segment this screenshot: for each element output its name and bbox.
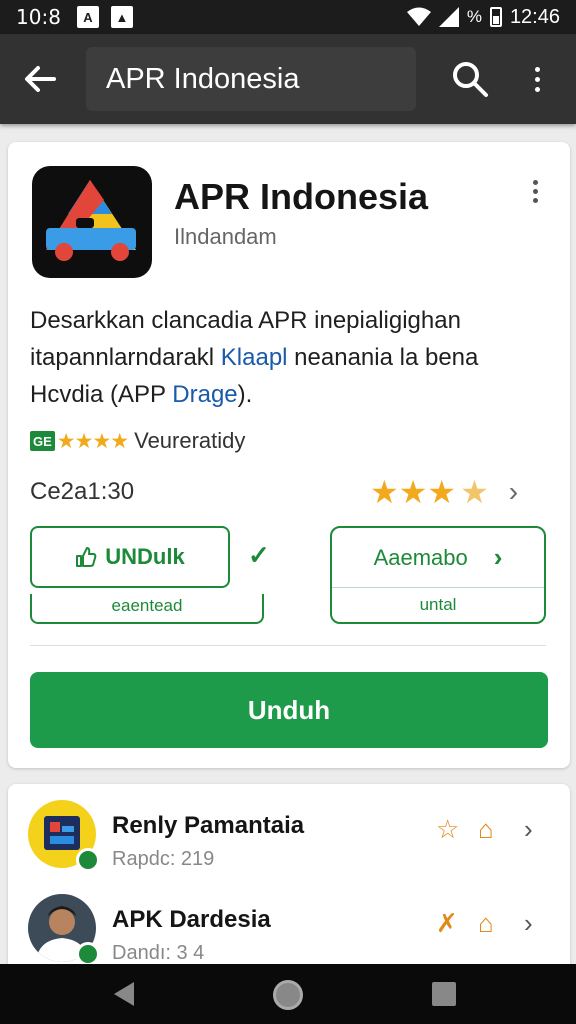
description-link[interactable]: Drage (172, 381, 237, 408)
list-item-subtitle: Rapdc: 219 (112, 848, 215, 870)
card-overflow-button[interactable] (528, 180, 542, 212)
app-developer[interactable]: Ilndandam (174, 224, 277, 250)
wifi-icon (406, 7, 431, 26)
status-bar: 10:8 A ▲ % 12:46 (0, 0, 576, 34)
secondary-action-top[interactable]: Aaemabo › (332, 528, 544, 588)
rating-stars[interactable]: ★★★ ★ › (370, 476, 518, 508)
description-text: neanania la bena (287, 344, 479, 371)
list-item-title: APK Dardesia (112, 906, 271, 933)
secondary-action-bottom[interactable]: untal (332, 588, 544, 622)
rating-row: GE ★★★★ Veureratidy (30, 428, 245, 454)
dot-icon (534, 86, 540, 92)
dot-icon (532, 198, 538, 203)
description-line: Hcvdia (APP Drage). (30, 376, 550, 413)
star-icon: ★★★ (370, 474, 457, 510)
download-button-label: Unduh (247, 694, 331, 725)
status-time-right: 12:46 (509, 5, 560, 28)
status-tab-left[interactable]: eaentead (30, 594, 264, 624)
dot-icon (532, 180, 538, 185)
status-tab-label: eaentead (111, 596, 183, 615)
half-star-icon: ★ (460, 474, 489, 510)
app-detail-card: APR Indonesia Ilndandam Desarkkan clanca… (8, 142, 570, 768)
chevron-right-icon[interactable]: › (524, 814, 533, 845)
related-apps-card: Renly Pamantaia Rapdc: 219 ☆ ⌂ › APK Dar… (8, 784, 570, 974)
app-meta: Ce2a1:30 (30, 478, 135, 505)
app-bar: APR Indonesia (0, 34, 576, 124)
chevron-right-icon: › (508, 476, 519, 507)
small-stars-icon: ★★★★ (56, 429, 129, 453)
app-logo-icon (46, 180, 136, 261)
chevron-right-icon[interactable]: › (524, 908, 533, 939)
description-text: itapannlarndarakl (30, 344, 221, 371)
check-icon: ✓ (248, 540, 270, 570)
rating-label: Veureratidy (134, 428, 246, 453)
overflow-menu-button[interactable] (522, 59, 552, 99)
download-outline-label: UNDulk (105, 544, 185, 569)
app-icon[interactable] (32, 166, 152, 278)
list-item-title: Renly Pamantaia (112, 812, 305, 839)
nav-home-icon[interactable] (273, 980, 303, 1010)
pin-icon[interactable]: ✗ (436, 908, 458, 939)
secondary-action-sub: untal (419, 595, 457, 614)
status-time-left: 10:8 (16, 5, 61, 29)
dot-icon (534, 76, 540, 82)
alert-icon: ▲ (110, 6, 133, 28)
bookmark-icon[interactable]: ☆ (436, 814, 459, 845)
notification-icon: A (76, 6, 99, 28)
description-link[interactable]: Klaapl (221, 344, 288, 371)
app-description: Desarkkan clancadia APR inepialigighan i… (30, 302, 550, 413)
list-item[interactable]: APK Dardesia Dandı: 3 4 ✗ ⌂ › (8, 878, 570, 974)
dot-icon (532, 189, 538, 194)
battery-icon (489, 7, 502, 27)
download-outline-button[interactable]: UNDulk (30, 526, 230, 588)
description-text: Hcvdia (APP (30, 381, 173, 408)
rating-badge: GE (30, 431, 55, 451)
download-button[interactable]: Unduh (30, 672, 548, 748)
signal-icon (438, 7, 459, 27)
search-field[interactable]: APR Indonesia (86, 47, 416, 111)
secondary-action-label: Aaemabo (373, 544, 468, 570)
system-nav-bar (0, 964, 576, 1024)
search-icon[interactable] (450, 59, 490, 99)
thumbs-up-icon (76, 547, 97, 567)
description-text: ). (237, 381, 253, 408)
nav-recents-icon[interactable] (432, 982, 456, 1006)
battery-percent: % (466, 7, 482, 26)
share-icon[interactable]: ⌂ (478, 814, 494, 845)
verified-badge-icon (76, 848, 100, 872)
nav-back-icon[interactable] (114, 982, 134, 1006)
list-item-subtitle: Dandı: 3 4 (112, 942, 205, 964)
search-text: APR Indonesia (106, 62, 300, 95)
divider (30, 645, 546, 646)
list-item[interactable]: Renly Pamantaia Rapdc: 219 ☆ ⌂ › (8, 784, 570, 880)
status-right: % 12:46 (406, 5, 560, 29)
back-button[interactable] (0, 34, 80, 124)
share-icon[interactable]: ⌂ (478, 908, 494, 939)
app-title: APR Indonesia (174, 176, 429, 217)
verified-badge-icon (76, 942, 100, 966)
description-line: itapannlarndarakl Klaapl neanania la ben… (30, 339, 550, 376)
chevron-right-icon: › (493, 542, 503, 572)
arrow-left-icon (25, 66, 56, 92)
dot-icon (534, 66, 540, 72)
description-line: Desarkkan clancadia APR inepialigighan (30, 307, 461, 334)
secondary-action-button[interactable]: Aaemabo › untal (330, 526, 546, 624)
